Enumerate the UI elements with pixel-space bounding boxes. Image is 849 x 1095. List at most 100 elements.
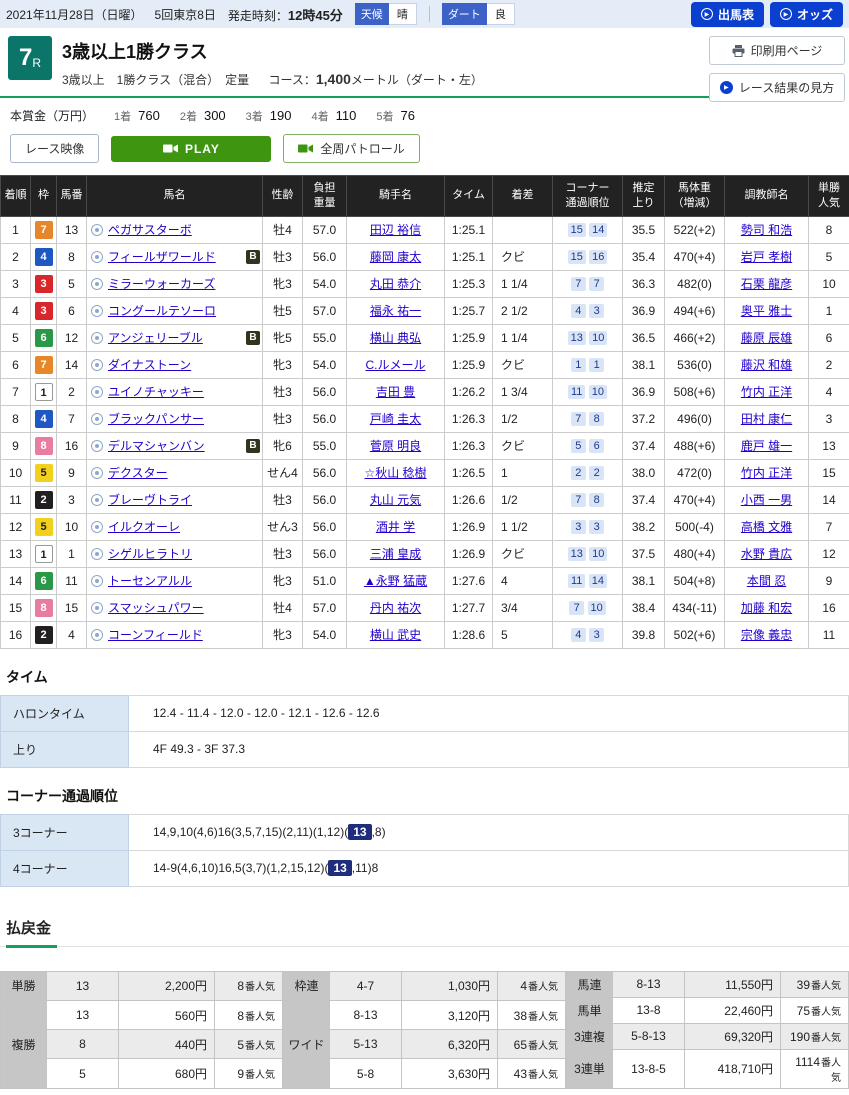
jockey-link[interactable]: 藤岡 康太 (370, 250, 421, 264)
trainer-link[interactable]: 竹内 正洋 (741, 385, 792, 399)
prize-amount: 760 (138, 108, 160, 123)
corner-pass-number: 2 (571, 466, 586, 480)
odds-button[interactable]: ▶オッズ (770, 2, 843, 27)
popularity-suffix: 番人気 (811, 1033, 841, 1044)
bet-type-label: 馬単 (567, 997, 613, 1023)
last-3f: 38.1 (623, 567, 665, 594)
last-3f: 36.3 (623, 270, 665, 297)
result-row: 847ブラックパンサー牡356.0戸崎 圭太1:26.31/27 837.249… (1, 405, 849, 432)
corner-pass-number: 3 (589, 520, 604, 534)
payout-popularity: 39番人気 (781, 971, 849, 997)
jockey-link[interactable]: 丸田 恭介 (370, 277, 421, 291)
corner4-label: 4コーナー (1, 850, 129, 886)
trainer-link[interactable]: 竹内 正洋 (741, 466, 792, 480)
jockey-link[interactable]: ▲永野 猛蔵 (364, 574, 427, 588)
trainer-link[interactable]: 田村 康仁 (741, 412, 792, 426)
trainer-link[interactable]: 水野 貴広 (741, 547, 792, 561)
payout-row: 3連複5-8-1369,320円190番人気 (567, 1023, 849, 1049)
trainer-link[interactable]: 小西 一男 (741, 493, 792, 507)
corner-passing: 11 10 (553, 378, 623, 405)
course-unit: メートル（ダート・左） (351, 73, 483, 87)
horse-name-link[interactable]: ミラーウォーカーズ (108, 275, 215, 292)
horse-name-link[interactable]: トーセンアルル (108, 572, 192, 589)
horse-name-link[interactable]: デルマシャンバン (108, 437, 205, 454)
jockey-link[interactable]: 田辺 裕信 (370, 223, 421, 237)
play-button[interactable]: PLAY (111, 136, 271, 162)
trainer-cell: 藤原 辰雄 (725, 324, 809, 351)
furlong-time-value: 12.4 - 11.4 - 12.0 - 12.0 - 12.1 - 12.6 … (129, 695, 849, 731)
race-video-button[interactable]: レース映像 (10, 134, 99, 163)
horse-name-link[interactable]: スマッシュパワー (108, 599, 204, 616)
jockey-link[interactable]: 福永 祐一 (370, 304, 421, 318)
result-guide-button[interactable]: ▶ レース結果の見方 (709, 73, 845, 102)
horse-name-link[interactable]: ユイノチャッキー (108, 383, 204, 400)
corner3-label: 3コーナー (1, 814, 129, 850)
win-favorite: 2 (809, 351, 849, 378)
trainer-link[interactable]: 石栗 龍彦 (741, 277, 792, 291)
margin: 2 1/2 (493, 297, 553, 324)
horse-name-link[interactable]: フィールザワールド (108, 248, 216, 265)
trainer-link[interactable]: 藤原 辰雄 (741, 331, 792, 345)
bet-type-label: 3連単 (567, 1049, 613, 1088)
horse-name-link[interactable]: イルクオーレ (108, 518, 180, 535)
horse-name-link[interactable]: ダイナストーン (108, 356, 191, 373)
horse-name-link[interactable]: ペガサスターボ (108, 221, 192, 238)
print-button[interactable]: 印刷用ページ (709, 36, 845, 65)
trainer-link[interactable]: 奥平 雅士 (741, 304, 792, 318)
payout-amount: 22,460円 (685, 997, 781, 1023)
header-win-favorite: 単勝 人気 (809, 176, 849, 217)
jockey-link[interactable]: 丸山 元気 (370, 493, 421, 507)
horse-mark-icon (91, 413, 103, 425)
patrol-button[interactable]: 全周パトロール (283, 134, 419, 163)
jockey-link[interactable]: 丹内 祐次 (370, 601, 421, 615)
trainer-cell: 宗像 義忠 (725, 621, 809, 648)
carried-weight: 54.0 (303, 621, 347, 648)
jockey-link[interactable]: ☆秋山 稔樹 (364, 466, 426, 480)
jockey-link[interactable]: 吉田 豊 (376, 385, 415, 399)
win-favorite: 9 (809, 567, 849, 594)
trainer-link[interactable]: 本間 忍 (747, 574, 786, 588)
trainer-link[interactable]: 加藤 和宏 (741, 601, 792, 615)
frame-cell: 6 (31, 567, 57, 594)
horse-name-cell: デクスター (87, 459, 263, 486)
horse-name-link[interactable]: コングールテソーロ (108, 302, 216, 319)
payout-amount: 1,030円 (402, 971, 498, 1000)
jockey-link[interactable]: 酒井 学 (376, 520, 415, 534)
horse-name-link[interactable]: ブレーヴトライ (108, 491, 192, 508)
payout-combination: 4-7 (330, 971, 402, 1000)
jockey-link[interactable]: 菅原 明良 (370, 439, 421, 453)
horse-name-cell: デルマシャンバンB (87, 432, 263, 459)
result-row: 335ミラーウォーカーズ牝354.0丸田 恭介1:25.31 1/47 736.… (1, 270, 849, 297)
horse-name-link[interactable]: デクスター (108, 464, 168, 481)
trainer-link[interactable]: 岩戸 孝樹 (741, 250, 792, 264)
carried-weight: 55.0 (303, 324, 347, 351)
trainer-link[interactable]: 鹿戸 雄一 (741, 439, 792, 453)
corner4-row: 4コーナー 14-9(4,6,10)16,5(3,7)(1,2,15,12)(1… (1, 850, 849, 886)
jockey-link[interactable]: 三浦 皇成 (370, 547, 421, 561)
horse-name-link[interactable]: アンジェリーブル (108, 329, 203, 346)
horse-number: 10 (57, 513, 87, 540)
frame-number-badge: 3 (35, 275, 53, 293)
trainer-link[interactable]: 勢司 和浩 (741, 223, 792, 237)
trainer-link[interactable]: 藤沢 和雄 (741, 358, 792, 372)
trainer-link[interactable]: 高橋 文雅 (741, 520, 792, 534)
entries-button[interactable]: ▶出馬表 (691, 2, 764, 27)
payout-tables: 単勝132,200円8番人気複勝13560円8番人気8440円5番人気5680円… (0, 971, 849, 1089)
finish-position: 11 (1, 486, 31, 513)
jockey-link[interactable]: 横山 武史 (370, 628, 421, 642)
jockey-link[interactable]: C.ルメール (365, 358, 425, 372)
jockey-link[interactable]: 戸崎 圭太 (370, 412, 421, 426)
horse-name-link[interactable]: コーンフィールド (108, 626, 203, 643)
sex-age: 牝3 (263, 270, 303, 297)
horse-number: 15 (57, 594, 87, 621)
jockey-link[interactable]: 横山 典弘 (370, 331, 421, 345)
trainer-link[interactable]: 宗像 義忠 (741, 628, 792, 642)
trainer-cell: 藤沢 和雄 (725, 351, 809, 378)
horse-name-cell: アンジェリーブルB (87, 324, 263, 351)
last-3f: 37.5 (623, 540, 665, 567)
horse-name-link[interactable]: シゲルヒラトリ (108, 545, 192, 562)
horse-name-link[interactable]: ブラックパンサー (108, 410, 204, 427)
result-row: 1123ブレーヴトライ牡356.0丸山 元気1:26.61/27 837.447… (1, 486, 849, 513)
divider (429, 6, 430, 22)
trainer-cell: 竹内 正洋 (725, 378, 809, 405)
